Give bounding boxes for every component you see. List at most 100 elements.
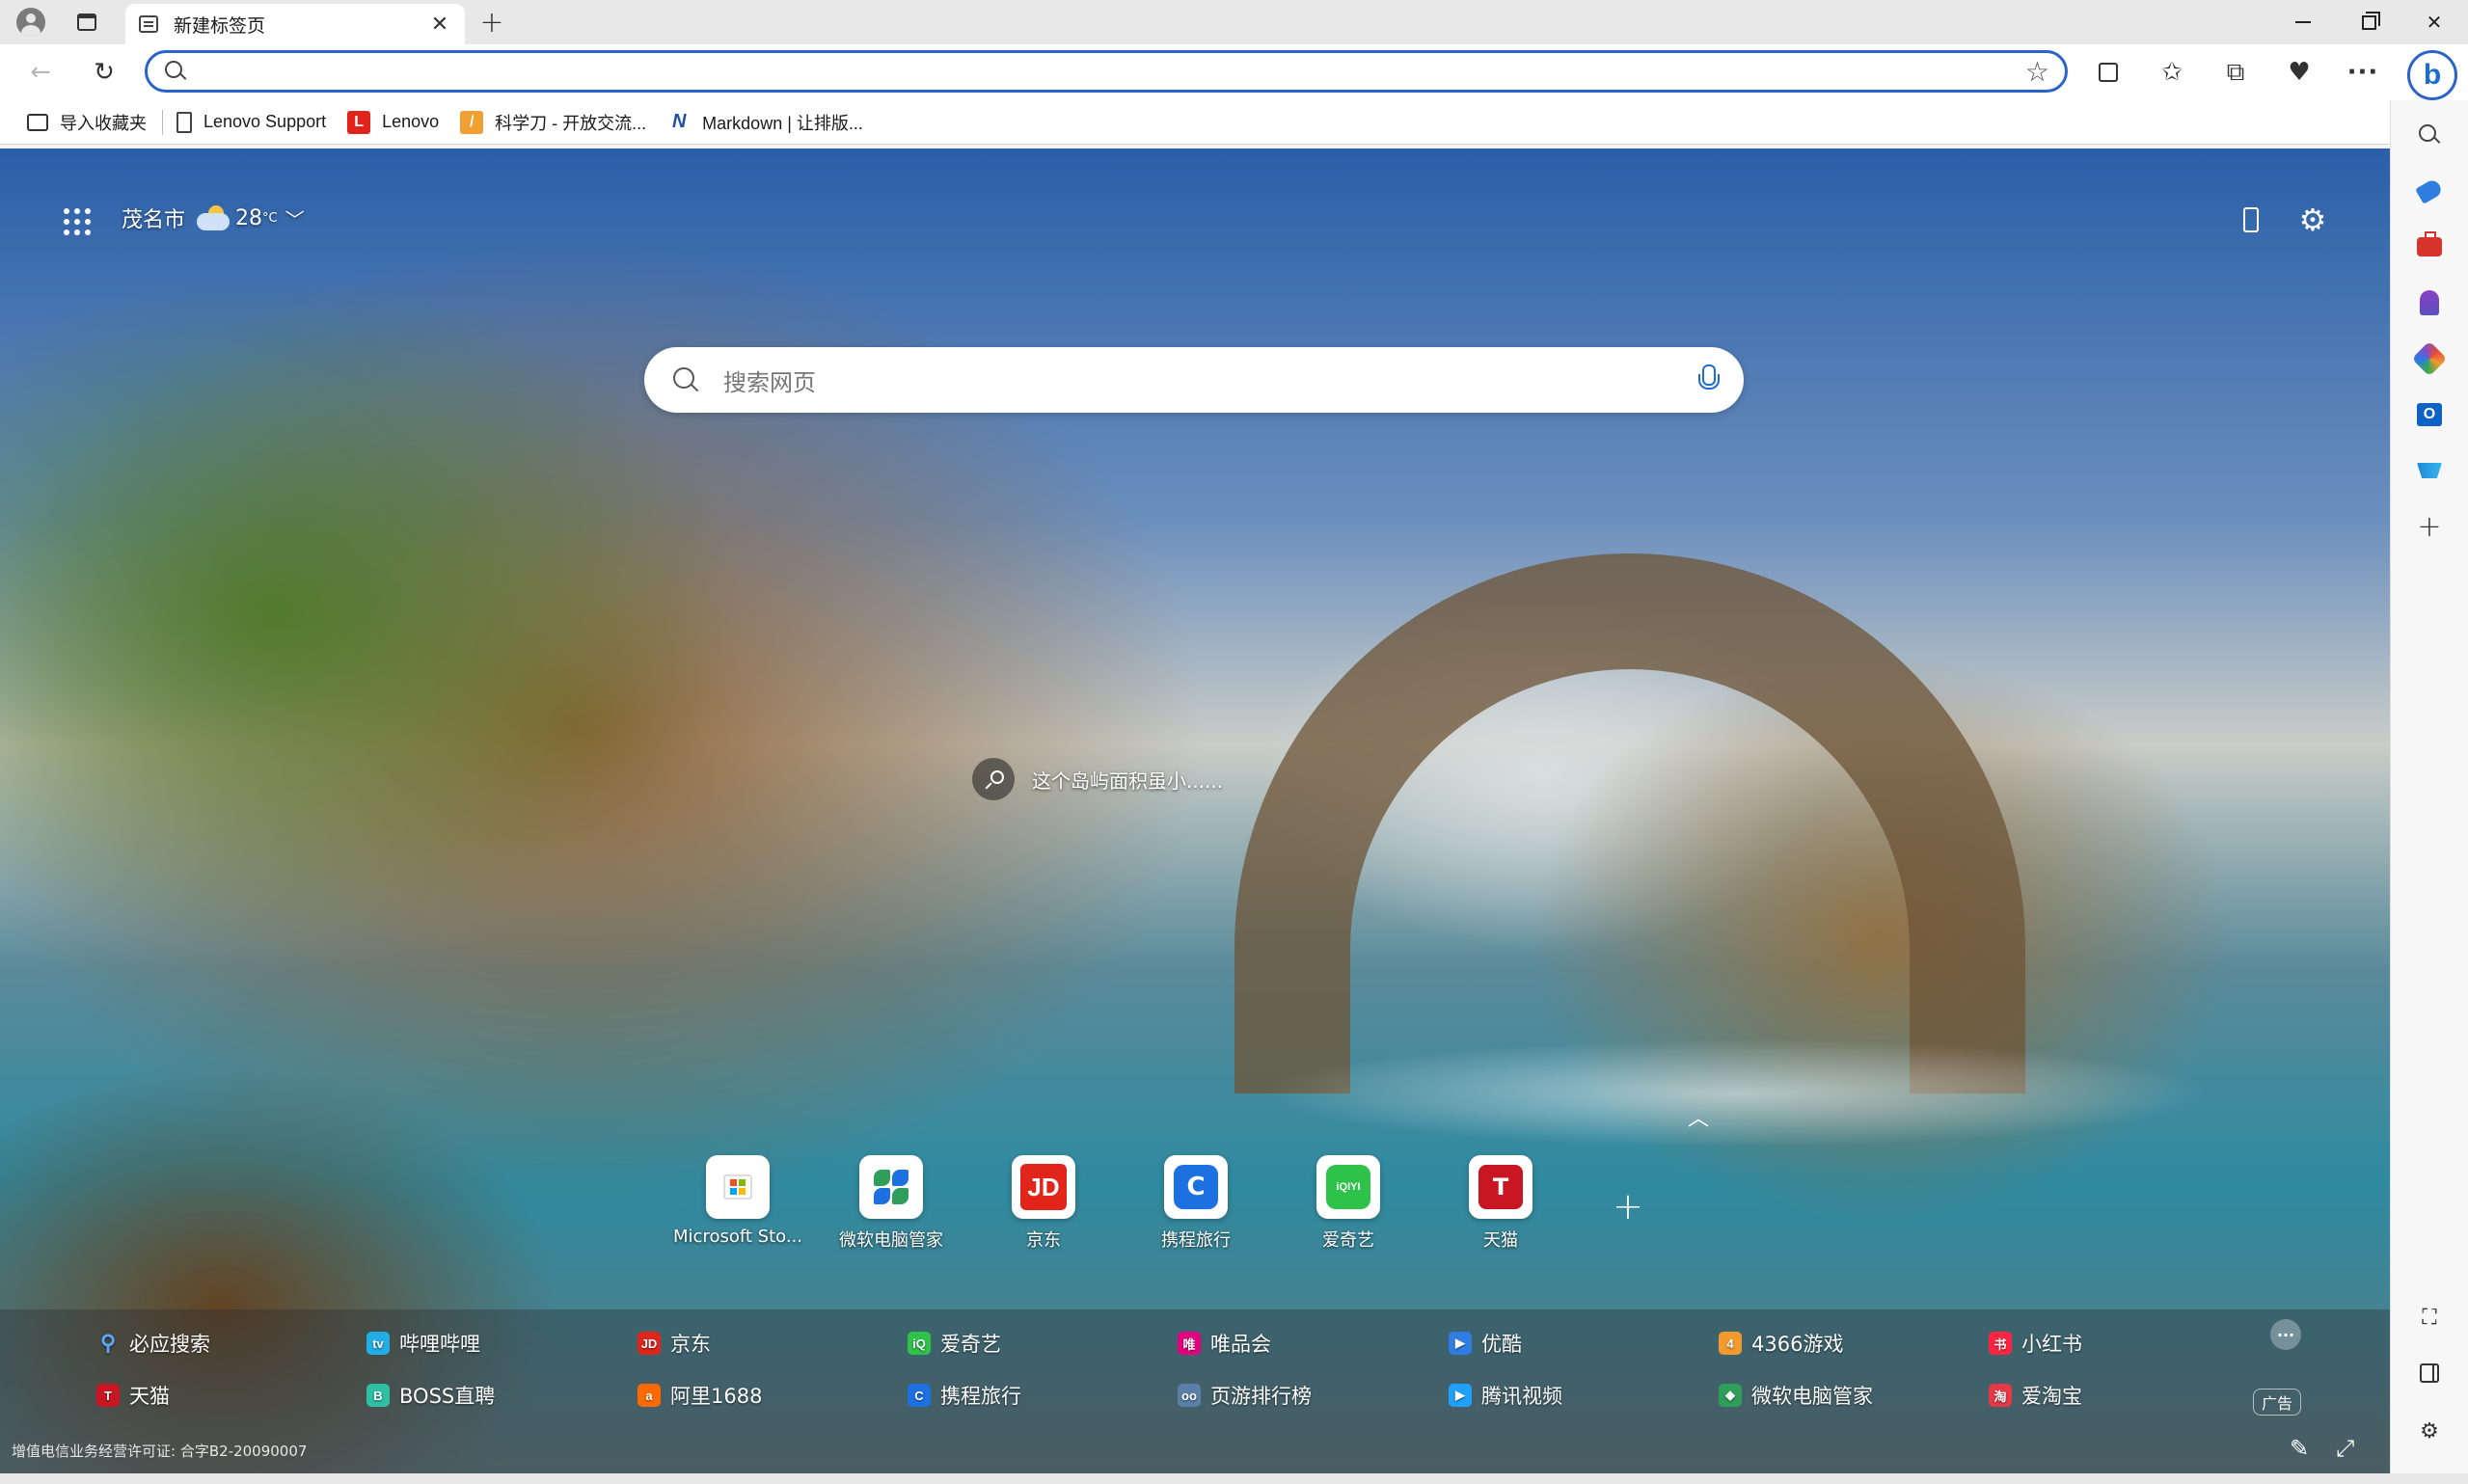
sidebar-search-button[interactable] xyxy=(2412,118,2447,152)
new-tab-button[interactable]: + xyxy=(475,6,509,40)
webgame-icon: oo xyxy=(1178,1384,1201,1407)
vip-icon: 唯 xyxy=(1178,1332,1201,1355)
toolbar: ← ↻ ☆ ✩ ⧉ ♥ ··· xyxy=(0,44,2468,100)
search-icon xyxy=(671,365,700,394)
link-item-jd[interactable]: JD 京东 xyxy=(637,1327,711,1360)
favorites-item-import[interactable]: 导入收藏夹 xyxy=(17,105,158,140)
license-text: 增值电信业务经营许可证: 合字B2-20090007 xyxy=(12,1443,308,1460)
chess-piece-icon xyxy=(2420,290,2439,315)
quick-link-ctrip[interactable]: C 携程旅行 xyxy=(1133,1155,1259,1252)
web-search-box[interactable]: 搜索网页 xyxy=(644,347,1744,413)
link-item-tencent-video[interactable]: ▶ 腾讯视频 xyxy=(1449,1379,1562,1412)
close-icon: ✕ xyxy=(2426,11,2443,34)
link-item-youku[interactable]: ▶ 优酷 xyxy=(1449,1327,1522,1360)
edit-background-icon[interactable]: ✎ xyxy=(2290,1435,2309,1462)
sidebar-add-button[interactable]: + xyxy=(2412,509,2447,544)
minimize-icon xyxy=(2295,21,2311,23)
link-item-label: BOSS直聘 xyxy=(399,1385,496,1408)
browser-essentials-button[interactable]: ♥ xyxy=(2280,53,2319,92)
sidebar-games-button[interactable] xyxy=(2412,285,2447,320)
link-item-pc-manager[interactable]: ◆ 微软电脑管家 xyxy=(1719,1379,1873,1412)
link-item-4366[interactable]: 4 4366游戏 xyxy=(1719,1327,1843,1360)
chevron-up-icon[interactable]: ︿ xyxy=(1688,1101,1709,1132)
aitaobao-icon: 淘 xyxy=(1989,1384,2012,1407)
weather-unit: °C xyxy=(262,210,278,226)
link-item-bilibili[interactable]: tv 哔哩哔哩 xyxy=(366,1327,480,1360)
split-screen-button[interactable] xyxy=(2089,53,2128,92)
quick-link-pc-manager[interactable]: 微软电脑管家 xyxy=(828,1155,954,1252)
copilot-bing-button[interactable]: b xyxy=(2407,50,2457,100)
add-favorite-star-icon[interactable]: ☆ xyxy=(2025,56,2049,88)
link-item-bing-search[interactable]: ⚲ 必应搜索 xyxy=(96,1327,210,1360)
minimize-button[interactable] xyxy=(2270,0,2336,44)
page-icon xyxy=(176,111,192,133)
link-item-vip[interactable]: 唯 唯品会 xyxy=(1178,1327,1271,1360)
favorites-item-label: 导入收藏夹 xyxy=(60,113,147,133)
weather-widget[interactable]: 茂名市 28 °C ﹀ xyxy=(122,202,305,233)
partly-cloudy-icon xyxy=(197,205,231,230)
quick-link-microsoft-store[interactable]: Microsoft Sto... xyxy=(673,1155,802,1247)
ctrip-icon: C xyxy=(1174,1165,1218,1209)
sidebar-microsoft365-button[interactable] xyxy=(2411,340,2448,377)
link-item-iqiyi[interactable]: iQ 爱奇艺 xyxy=(908,1327,1001,1360)
image-search-button[interactable] xyxy=(972,758,1015,800)
sidebar-screenshot-button[interactable]: ⛶ xyxy=(2412,1300,2447,1335)
apps-launcher-icon[interactable] xyxy=(58,202,96,241)
link-panel-more-button[interactable]: ··· xyxy=(2270,1319,2301,1350)
page-settings-gear-icon[interactable]: ⚙ xyxy=(2292,199,2334,241)
tab-strip: 新建标签页 ✕ + ✕ xyxy=(0,0,2468,44)
link-item-webgame[interactable]: oo 页游排行榜 xyxy=(1178,1379,1312,1412)
tab-close-icon[interactable]: ✕ xyxy=(428,13,451,37)
link-item-aitaobao[interactable]: 淘 爱淘宝 xyxy=(1989,1379,2082,1412)
address-bar[interactable]: ☆ xyxy=(145,50,2068,93)
address-input[interactable] xyxy=(200,60,2025,83)
image-info[interactable]: 这个岛屿面积虽小...... xyxy=(972,758,1223,800)
back-button[interactable]: ← xyxy=(21,53,60,92)
favorites-item-label: 科学刀 - 开放交流... xyxy=(495,113,647,133)
link-item-label: 4366游戏 xyxy=(1751,1333,1844,1356)
sidebar-tools-button[interactable] xyxy=(2412,229,2447,264)
restore-button[interactable] xyxy=(2336,0,2401,44)
expand-icon[interactable]: ⤢ xyxy=(2336,1435,2354,1462)
quick-link-tmall[interactable]: T 天猫 xyxy=(1438,1155,1563,1252)
profile-button[interactable] xyxy=(14,6,48,39)
sidebar-settings-button[interactable]: ⚙ xyxy=(2412,1414,2447,1448)
quick-link-label: Microsoft Sto... xyxy=(673,1227,802,1247)
favorites-item-lenovo[interactable]: L Lenovo xyxy=(338,105,450,140)
quick-link-tile: JD xyxy=(1012,1155,1075,1219)
tab-new-tab[interactable]: 新建标签页 ✕ xyxy=(125,4,465,44)
refresh-button[interactable]: ↻ xyxy=(85,53,123,92)
add-quick-link-button[interactable]: + xyxy=(1613,1185,1643,1228)
link-item-boss[interactable]: B BOSS直聘 xyxy=(366,1379,495,1412)
quick-link-iqiyi[interactable]: iQIYI 爱奇艺 xyxy=(1286,1155,1411,1252)
more-menu-button[interactable]: ··· xyxy=(2344,53,2382,92)
4366-icon: 4 xyxy=(1719,1332,1742,1355)
pc-manager-icon: ◆ xyxy=(1719,1384,1742,1407)
close-window-button[interactable]: ✕ xyxy=(2401,0,2467,44)
sidebar-hide-button[interactable] xyxy=(2412,1356,2447,1390)
favorites-button[interactable]: ✩ xyxy=(2153,53,2191,92)
favorites-item-markdown[interactable]: N Markdown | 让排版... xyxy=(658,105,875,140)
sidebar-drop-button[interactable] xyxy=(2412,453,2447,488)
microphone-icon[interactable] xyxy=(1697,364,1720,395)
ad-badge[interactable]: 广告 xyxy=(2253,1389,2301,1416)
favorites-item-label: Lenovo xyxy=(382,112,440,131)
link-item-label: 携程旅行 xyxy=(940,1385,1021,1408)
quick-link-tile xyxy=(859,1155,923,1219)
link-item-label: 唯品会 xyxy=(1210,1333,1271,1356)
phone-icon[interactable] xyxy=(2230,199,2272,241)
collections-button[interactable]: ⧉ xyxy=(2216,53,2255,92)
sidebar-shopping-button[interactable] xyxy=(2412,174,2447,208)
window-bottom-edge xyxy=(0,1473,2468,1484)
sidebar-outlook-button[interactable]: O xyxy=(2412,397,2447,432)
new-tab-favicon-icon xyxy=(139,15,158,33)
favorites-item-kexuedao[interactable]: / 科学刀 - 开放交流... xyxy=(450,105,658,140)
quick-link-jd[interactable]: JD 京东 xyxy=(981,1155,1106,1252)
bing-search-icon: ⚲ xyxy=(99,1331,117,1355)
link-item-tmall[interactable]: T 天猫 xyxy=(96,1379,170,1412)
tab-actions-button[interactable] xyxy=(69,6,104,39)
favorites-item-lenovo-support[interactable]: Lenovo Support xyxy=(167,105,338,140)
link-item-ali1688[interactable]: a 阿里1688 xyxy=(637,1379,762,1412)
link-item-ctrip[interactable]: C 携程旅行 xyxy=(908,1379,1021,1412)
link-item-xiaohongshu[interactable]: 书 小红书 xyxy=(1989,1327,2082,1360)
